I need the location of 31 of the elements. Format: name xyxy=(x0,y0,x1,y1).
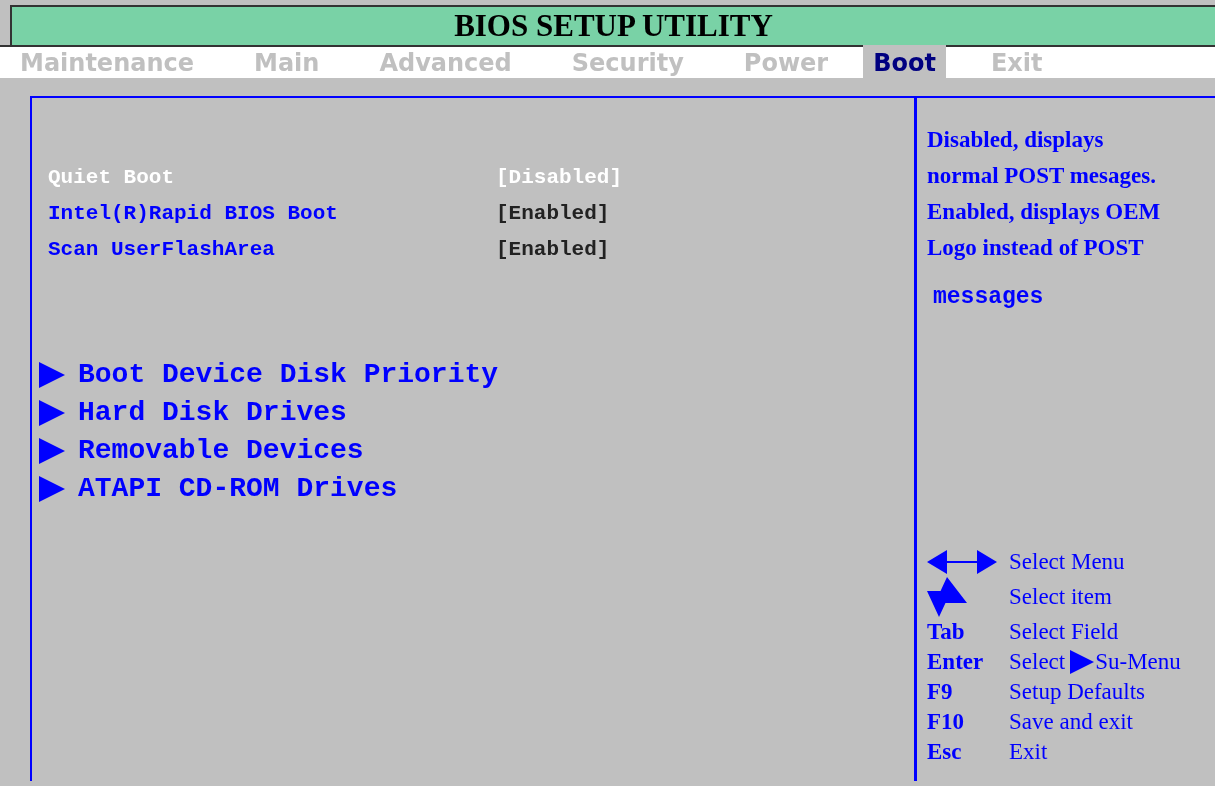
key-label: Enter xyxy=(927,648,985,676)
key-action: Select Menu xyxy=(1009,548,1125,576)
key-action: Select item xyxy=(1009,583,1112,611)
setting-value[interactable]: [Enabled] xyxy=(496,198,610,230)
help-text: normal POST mesages. xyxy=(927,162,1157,190)
left-right-arrows-icon xyxy=(927,548,997,576)
key-action: Select Field xyxy=(1009,618,1119,646)
setting-label[interactable]: Scan UserFlashArea xyxy=(48,234,496,266)
key-action: Save and exit xyxy=(1009,708,1133,736)
key-action: Setup Defaults xyxy=(1009,678,1146,706)
help-text: Enabled, displays OEM xyxy=(927,198,1162,226)
submenu-arrow-icon xyxy=(38,476,66,502)
key-action: Select xyxy=(1009,648,1066,676)
help-text: messages xyxy=(933,283,1045,312)
menu-tab[interactable]: Boot xyxy=(863,44,946,81)
key-action: Su-Menu xyxy=(1095,648,1181,676)
submenu-arrow-icon xyxy=(38,400,66,426)
up-down-arrows-icon xyxy=(927,577,967,617)
key-label: Esc xyxy=(927,738,963,766)
setting-value[interactable]: [Enabled] xyxy=(496,234,610,266)
key-label: F9 xyxy=(927,678,954,706)
key-label: Tab xyxy=(927,618,966,646)
submenu-arrow-icon xyxy=(1069,650,1096,674)
submenu-arrow-icon xyxy=(38,438,66,464)
setting-label[interactable]: Intel(R)Rapid BIOS Boot xyxy=(48,198,496,230)
help-text: Disabled, displays xyxy=(927,126,1105,154)
submenu-arrow-icon xyxy=(38,362,66,388)
title-bar: BIOS SETUP UTILITY xyxy=(10,5,1215,45)
key-label: F10 xyxy=(927,708,966,736)
key-action: Exit xyxy=(1009,738,1048,766)
help-text: Logo instead of POST xyxy=(927,234,1145,262)
